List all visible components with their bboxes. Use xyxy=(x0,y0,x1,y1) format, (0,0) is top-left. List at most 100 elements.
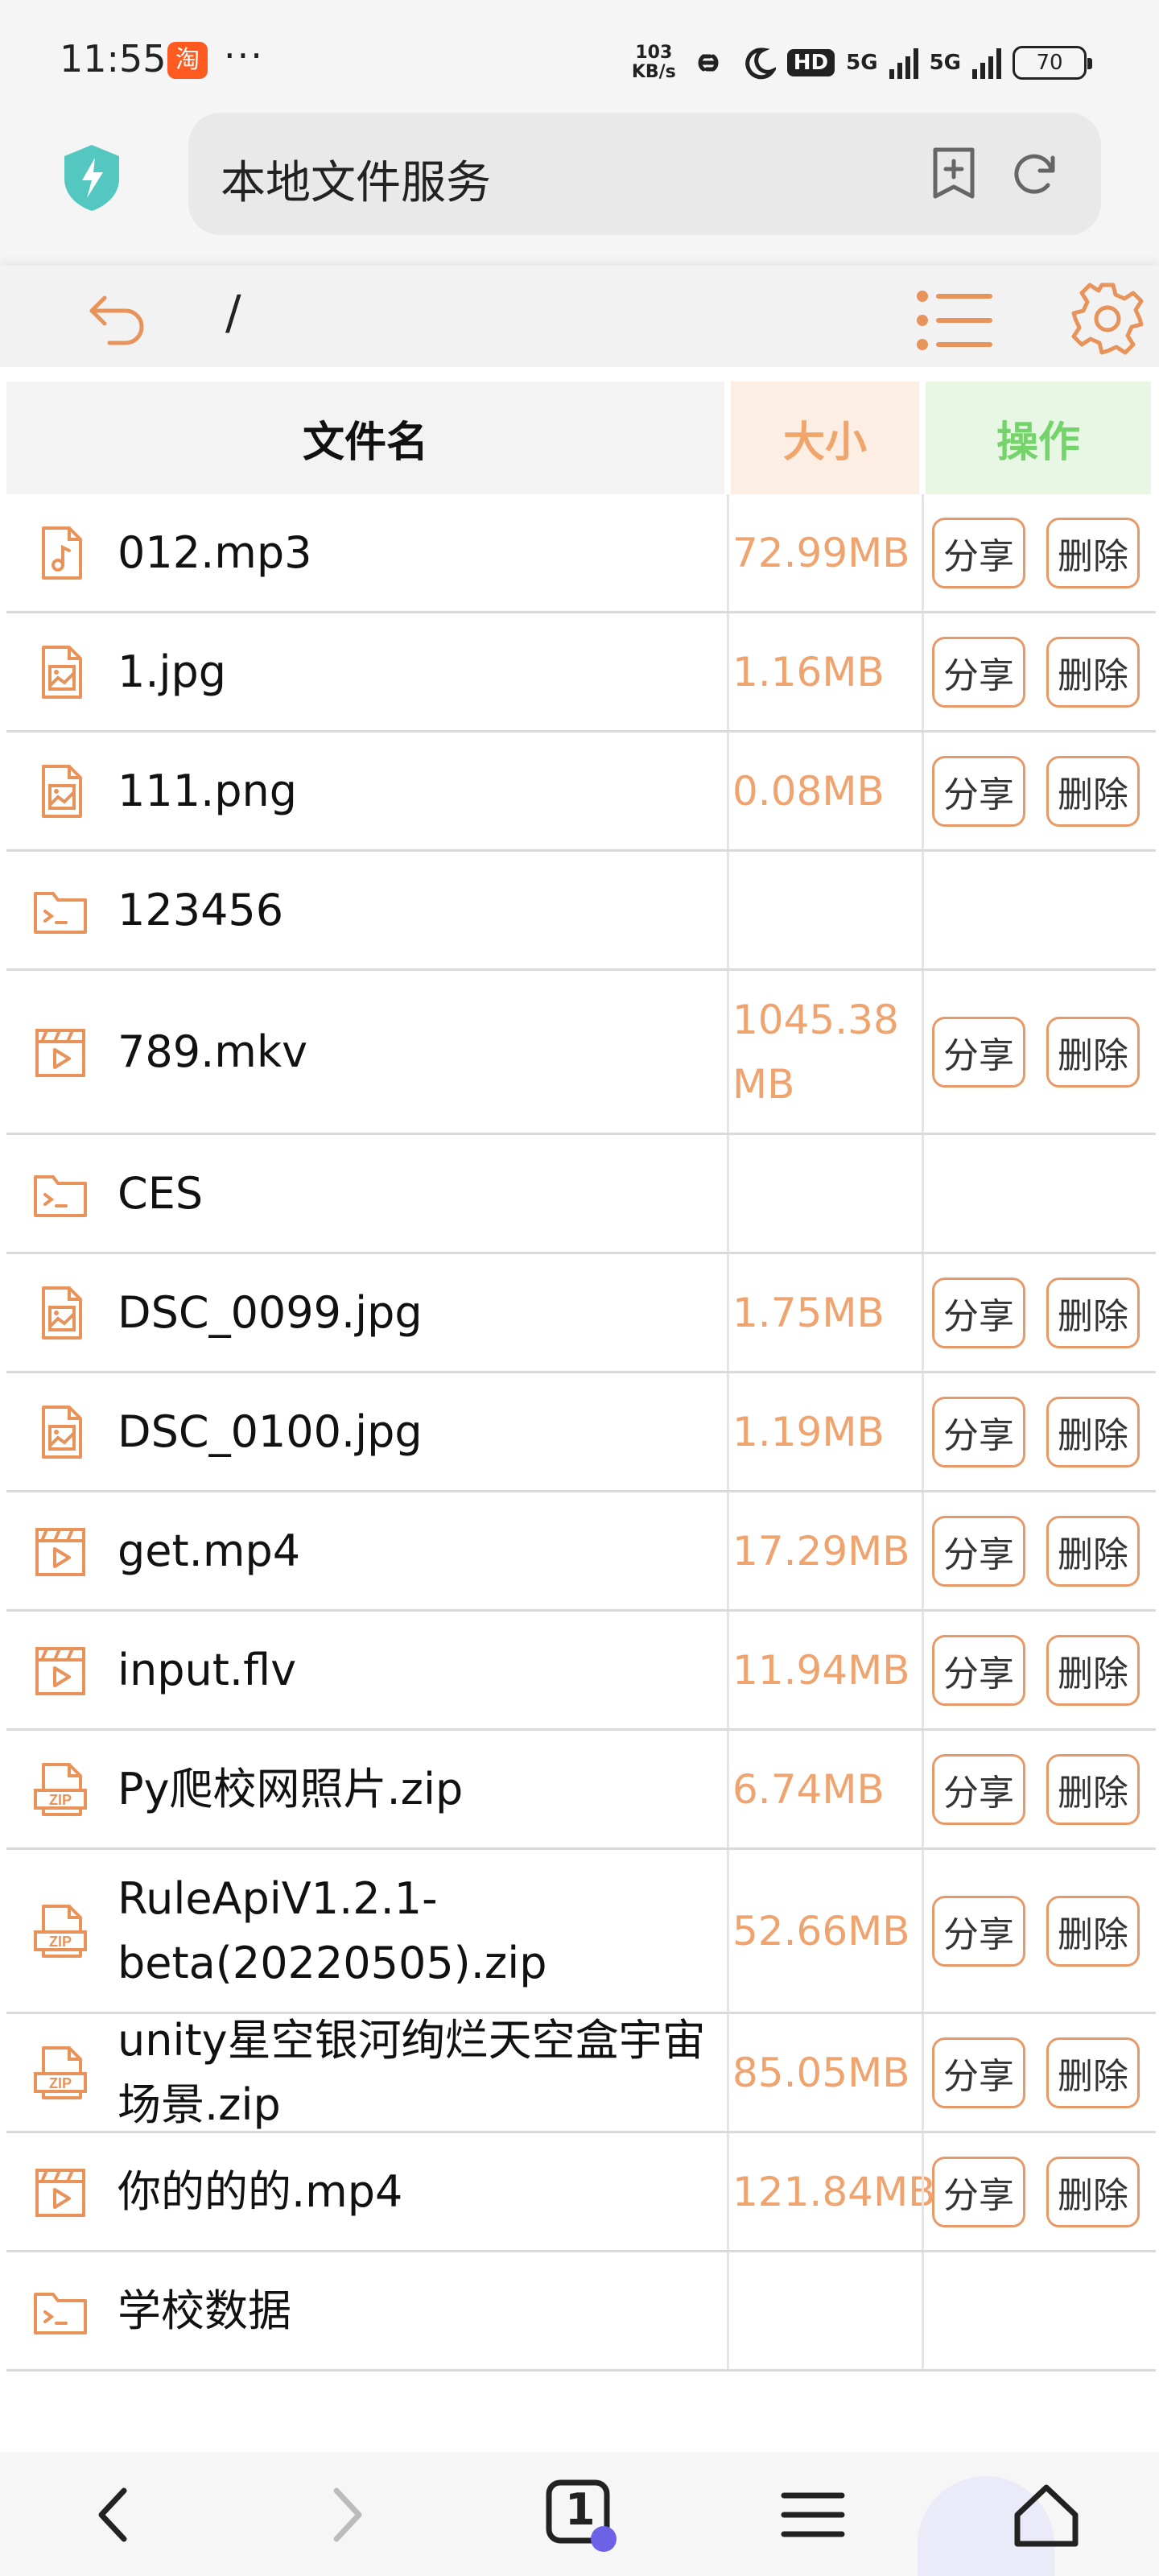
file-name-cell: 学校数据 xyxy=(6,2252,729,2369)
file-name[interactable]: 123456 xyxy=(118,878,283,943)
tabs-button[interactable]: 1 xyxy=(541,2475,621,2555)
file-name[interactable]: RuleApiV1.2.1-beta(20220505).zip xyxy=(118,1867,724,1996)
reload-icon[interactable] xyxy=(1006,145,1062,201)
actions-cell: 分享 删除 xyxy=(926,971,1151,1133)
file-name-cell: input.flv xyxy=(6,1612,729,1728)
share-button[interactable]: 分享 xyxy=(932,1016,1025,1088)
table-row[interactable]: 你的的的.mp4 121.84MB 分享 删除 xyxy=(6,2133,1156,2252)
table-row[interactable]: DSC_0099.jpg 1.75MB 分享 删除 xyxy=(6,1254,1156,1373)
share-button[interactable]: 分享 xyxy=(932,636,1025,708)
table-row[interactable]: 012.mp3 72.99MB 分享 删除 xyxy=(6,494,1156,613)
delete-button[interactable]: 删除 xyxy=(1046,755,1140,827)
share-button[interactable]: 分享 xyxy=(932,1753,1025,1825)
header-filename: 文件名 xyxy=(6,382,724,494)
file-name[interactable]: DSC_0100.jpg xyxy=(118,1400,423,1464)
file-size: 1045.38 MB xyxy=(732,996,899,1108)
table-row[interactable]: CES xyxy=(6,1135,1156,1254)
table-row[interactable]: 789.mkv 1045.38 MB 分享 删除 xyxy=(6,971,1156,1135)
share-button[interactable]: 分享 xyxy=(932,517,1025,588)
zip-file-icon: ZIP xyxy=(34,1904,87,1958)
actions-cell: 分享 删除 xyxy=(926,2014,1151,2131)
actions-cell xyxy=(926,852,1151,968)
file-name[interactable]: input.flv xyxy=(118,1638,296,1703)
share-button[interactable]: 分享 xyxy=(932,1277,1025,1348)
nav-forward-icon[interactable] xyxy=(306,2475,386,2555)
table-row[interactable]: ZIP unity星空银河绚烂天空盒宇宙场景.zip 85.05MB 分享 删除 xyxy=(6,2014,1156,2133)
network-type-1: 5G xyxy=(846,51,878,75)
share-button[interactable]: 分享 xyxy=(932,755,1025,827)
video-file-icon xyxy=(35,1527,85,1576)
table-row[interactable]: 111.png 0.08MB 分享 删除 xyxy=(6,733,1156,852)
delete-button[interactable]: 删除 xyxy=(1046,1515,1140,1587)
delete-button[interactable]: 删除 xyxy=(1046,1634,1140,1706)
nav-back-icon[interactable] xyxy=(74,2475,155,2555)
back-arrow-icon[interactable] xyxy=(80,282,153,354)
delete-button[interactable]: 删除 xyxy=(1046,517,1140,588)
file-name[interactable]: 1.jpg xyxy=(118,640,226,704)
table-row[interactable]: 1.jpg 1.16MB 分享 删除 xyxy=(6,613,1156,733)
file-name[interactable]: Py爬校网照片.zip xyxy=(118,1757,463,1822)
svg-text:ZIP: ZIP xyxy=(49,2075,72,2091)
file-name[interactable]: CES xyxy=(118,1162,203,1226)
table-row[interactable]: get.mp4 17.29MB 分享 删除 xyxy=(6,1492,1156,1612)
file-name[interactable]: unity星空银河绚烂天空盒宇宙场景.zip xyxy=(118,2008,724,2137)
delete-button[interactable]: 删除 xyxy=(1046,1396,1140,1468)
table-row[interactable]: DSC_0100.jpg 1.19MB 分享 删除 xyxy=(6,1373,1156,1492)
page-title: 本地文件服务 xyxy=(221,157,491,209)
share-button[interactable]: 分享 xyxy=(932,1634,1025,1706)
table-row[interactable]: 学校数据 xyxy=(6,2252,1156,2372)
share-button[interactable]: 分享 xyxy=(932,1895,1025,1967)
home-icon[interactable] xyxy=(1006,2475,1087,2555)
image-file-icon xyxy=(42,1286,82,1340)
image-file-icon xyxy=(42,645,82,699)
delete-button[interactable]: 删除 xyxy=(1046,2037,1140,2108)
network-speed: 103 KB/s xyxy=(631,43,676,82)
shield-icon[interactable] xyxy=(61,143,122,213)
file-size-cell: 1045.38 MB xyxy=(731,971,924,1133)
table-row[interactable]: 123456 xyxy=(6,852,1156,971)
file-size-cell: 1.75MB xyxy=(731,1254,924,1371)
list-view-icon[interactable] xyxy=(914,288,995,353)
video-file-icon xyxy=(35,2168,85,2217)
menu-icon[interactable] xyxy=(773,2475,853,2555)
table-row[interactable]: ZIP Py爬校网照片.zip 6.74MB 分享 删除 xyxy=(6,1731,1156,1850)
file-name-cell: DSC_0100.jpg xyxy=(6,1373,729,1490)
file-name[interactable]: 789.mkv xyxy=(118,1020,307,1084)
file-size-cell: 0.08MB xyxy=(731,733,924,849)
file-name[interactable]: get.mp4 xyxy=(118,1519,300,1583)
delete-button[interactable]: 删除 xyxy=(1046,1277,1140,1348)
delete-button[interactable]: 删除 xyxy=(1046,1016,1140,1088)
file-name[interactable]: 学校数据 xyxy=(118,2279,291,2343)
share-button[interactable]: 分享 xyxy=(932,2037,1025,2108)
delete-button[interactable]: 删除 xyxy=(1046,1753,1140,1825)
file-name[interactable]: DSC_0099.jpg xyxy=(118,1281,423,1345)
file-size: 85.05MB xyxy=(732,2049,910,2096)
file-name[interactable]: 111.png xyxy=(118,759,297,824)
file-name[interactable]: 012.mp3 xyxy=(118,521,311,585)
file-name-cell: 789.mkv xyxy=(6,971,729,1133)
delete-button[interactable]: 删除 xyxy=(1046,636,1140,708)
table-row[interactable]: ZIP RuleApiV1.2.1-beta(20220505).zip 52.66… xyxy=(6,1850,1156,2014)
table-row[interactable]: input.flv 11.94MB 分享 删除 xyxy=(6,1612,1156,1731)
file-size-cell: 85.05MB xyxy=(731,2014,924,2131)
delete-button[interactable]: 删除 xyxy=(1046,1895,1140,1967)
share-button[interactable]: 分享 xyxy=(932,1515,1025,1587)
file-size-cell: 17.29MB xyxy=(731,1492,924,1609)
video-file-icon xyxy=(35,1646,85,1695)
svg-text:ZIP: ZIP xyxy=(49,1934,72,1950)
address-bar[interactable]: 本地文件服务 xyxy=(188,113,1101,235)
share-button[interactable]: 分享 xyxy=(932,2156,1025,2227)
file-name-cell: ZIP unity星空银河绚烂天空盒宇宙场景.zip xyxy=(6,2014,729,2131)
bookmark-add-icon[interactable] xyxy=(926,145,982,201)
folder-icon xyxy=(34,1174,87,1217)
file-name[interactable]: 你的的的.mp4 xyxy=(118,2160,402,2224)
status-indicators: 103 KB/s HD 5G 5G 70 xyxy=(631,40,1092,85)
file-list: 012.mp3 72.99MB 分享 删除 1.jpg 1.16MB 分享 删除 111.png… xyxy=(6,494,1156,2372)
share-button[interactable]: 分享 xyxy=(932,1396,1025,1468)
file-size: 6.74MB xyxy=(732,1765,885,1813)
file-size-cell: 11.94MB xyxy=(731,1612,924,1728)
settings-gear-icon[interactable] xyxy=(1067,279,1148,359)
delete-button[interactable]: 删除 xyxy=(1046,2156,1140,2227)
folder-icon xyxy=(34,2292,87,2334)
more-notifications-icon: ··· xyxy=(224,34,264,77)
